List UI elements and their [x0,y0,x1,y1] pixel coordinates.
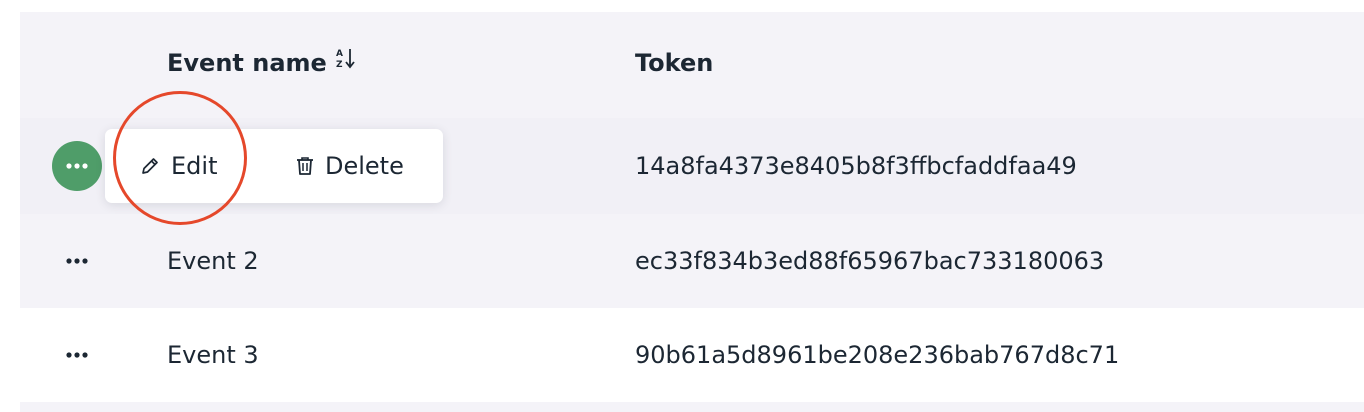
svg-text:Z: Z [336,60,343,70]
event-name-cell: Event 3 [167,341,259,369]
column-header-label: Event name [167,49,327,77]
table-row: Event 3 90b61a5d8961be208e236bab767d8c71 [20,308,1364,402]
table-header: Event name A Z Token [20,12,1364,118]
svg-text:A: A [336,49,343,59]
delete-label: Delete [325,152,404,180]
more-horizontal-icon [66,258,88,264]
edit-menu-item[interactable]: Edit [139,129,217,203]
row-actions-button[interactable] [52,330,102,380]
column-header-event-name[interactable]: Event name A Z [167,49,357,79]
column-header-token[interactable]: Token [635,49,713,77]
row-actions-menu: Edit Delete [105,129,443,203]
token-cell: ec33f834b3ed88f65967bac733180063 [635,247,1105,275]
table-row-partial [20,402,1364,412]
token-cell: 14a8fa4373e8405b8f3ffbcfaddfaa49 [635,152,1077,180]
more-horizontal-icon [66,352,88,358]
row-actions-button[interactable] [52,141,102,191]
more-horizontal-icon [66,163,88,169]
delete-menu-item[interactable]: Delete [295,129,404,203]
trash-icon [297,157,313,175]
events-table: Event name A Z Token 14a8fa4373e8405b8f3… [20,12,1364,412]
event-name-cell: Event 2 [167,247,259,275]
sort-alpha-icon[interactable]: A Z [335,46,357,76]
token-cell: 90b61a5d8961be208e236bab767d8c71 [635,341,1120,369]
row-actions-button[interactable] [52,236,102,286]
table-row: Event 2 ec33f834b3ed88f65967bac733180063 [20,214,1364,308]
pencil-icon [142,158,158,174]
edit-label: Edit [171,152,218,180]
